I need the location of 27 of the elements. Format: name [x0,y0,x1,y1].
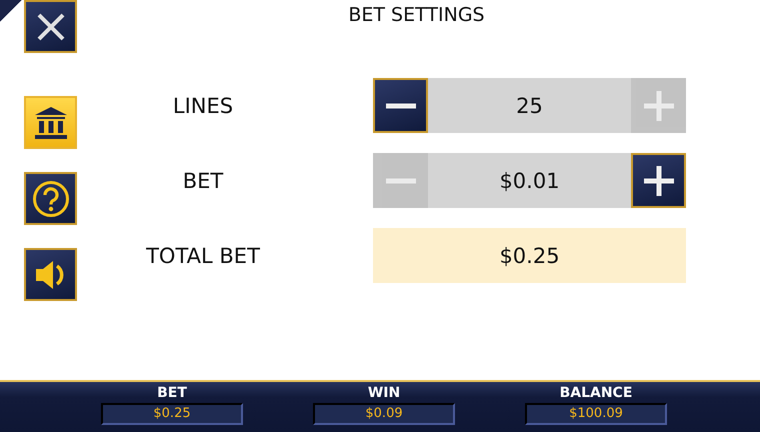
total-value: $0.25 [499,244,560,268]
menu-button[interactable] [24,96,77,149]
corner-decoration [0,0,22,22]
setting-label: TOTAL BET [145,244,261,268]
bank-icon [34,106,68,140]
menu-button[interactable] [24,172,77,225]
stat-value: $0.09 [313,403,455,425]
setting-label: LINES [172,94,234,118]
close-button[interactable] [24,0,77,53]
stat-label: BET [157,385,187,401]
stat-value: $0.25 [101,403,243,425]
setting-value: $0.01 [498,168,561,192]
stat-label: BALANCE [560,385,632,401]
window-title: BET SETTINGS [348,4,485,26]
decrease-button[interactable] [373,78,428,133]
close-icon [36,12,66,42]
setting-label: BET [182,168,224,192]
minus-icon [386,178,416,184]
stat-label: WIN [368,385,400,401]
stat-value: $100.09 [525,403,667,425]
help-icon [32,180,70,218]
minus-icon [386,102,416,108]
setting-value: 25 [515,94,544,118]
plus-icon [644,166,674,196]
increase-button[interactable] [631,153,686,208]
menu-button[interactable] [24,248,77,301]
plus-icon [644,90,674,120]
